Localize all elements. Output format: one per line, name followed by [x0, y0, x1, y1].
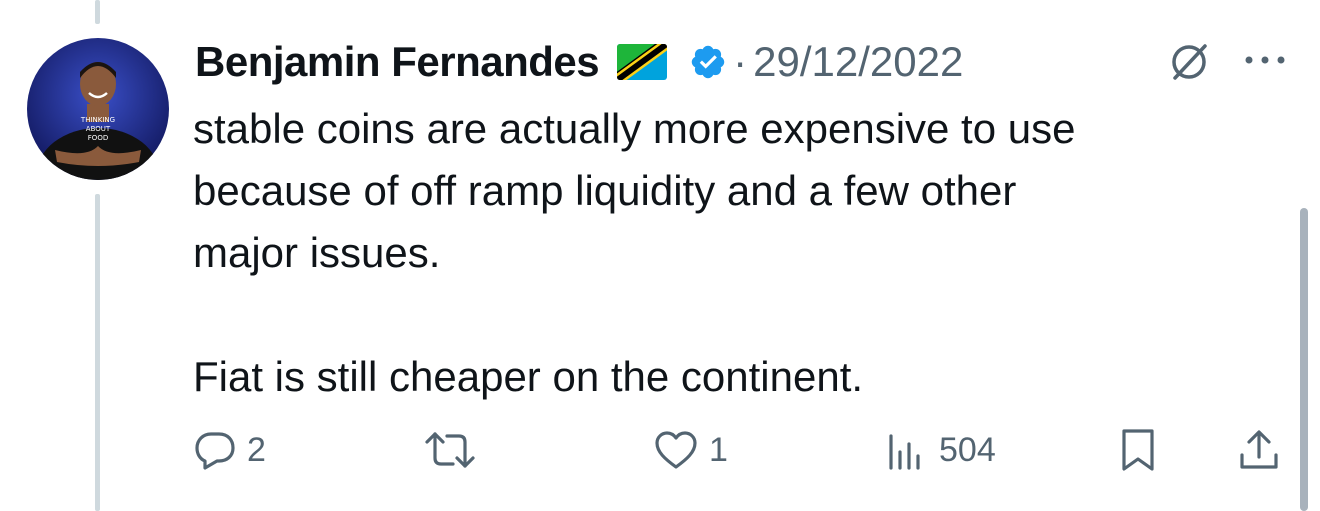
avatar-shirt-line-2: ABOUT [86, 125, 111, 133]
thread-line-top [95, 0, 100, 24]
verified-badge-icon[interactable] [689, 43, 727, 81]
share-icon [1236, 427, 1282, 473]
views-button[interactable]: 504 [885, 420, 996, 480]
tanzania-flag-icon [617, 44, 668, 80]
bookmark-icon [1118, 427, 1158, 473]
like-icon [653, 429, 699, 471]
retweet-icon [423, 428, 477, 472]
avatar-shirt-line-3: FOOD [88, 134, 108, 142]
reply-icon [193, 428, 237, 472]
tweet-date[interactable]: 29/12/2022 [753, 38, 963, 86]
reply-count: 2 [247, 430, 266, 469]
avatar[interactable]: THINKING ABOUT FOOD [27, 38, 169, 180]
avatar-shirt-line-1: THINKING [80, 116, 115, 124]
reply-button[interactable]: 2 [193, 420, 266, 480]
bookmark-button[interactable] [1118, 420, 1158, 480]
header-separator: · [733, 38, 748, 85]
scrollbar[interactable] [1300, 208, 1308, 511]
tweet-text: stable coins are actually more expensive… [193, 98, 1253, 408]
tweet-header: Benjamin Fernandes · 29/12/2022 [195, 34, 1260, 90]
action-bar: 2 1 504 [193, 420, 1293, 480]
tweet-text-line-3: major issues. [193, 229, 441, 276]
views-count: 504 [939, 430, 996, 469]
like-count: 1 [709, 430, 728, 469]
author-name[interactable]: Benjamin Fernandes [195, 38, 600, 86]
more-icon[interactable] [1242, 52, 1288, 68]
views-icon [885, 428, 929, 472]
thread-line-bottom [95, 194, 100, 511]
like-button[interactable]: 1 [653, 420, 728, 480]
tweet-text-line-2: because of off ramp liquidity and a few … [193, 167, 1017, 214]
retweet-button[interactable] [423, 420, 477, 480]
tweet-text-line-1: stable coins are actually more expensive… [193, 105, 1076, 152]
tweet-text-paragraph-2: Fiat is still cheaper on the continent. [193, 353, 864, 400]
grok-icon[interactable] [1165, 38, 1213, 86]
share-button[interactable] [1236, 420, 1282, 480]
